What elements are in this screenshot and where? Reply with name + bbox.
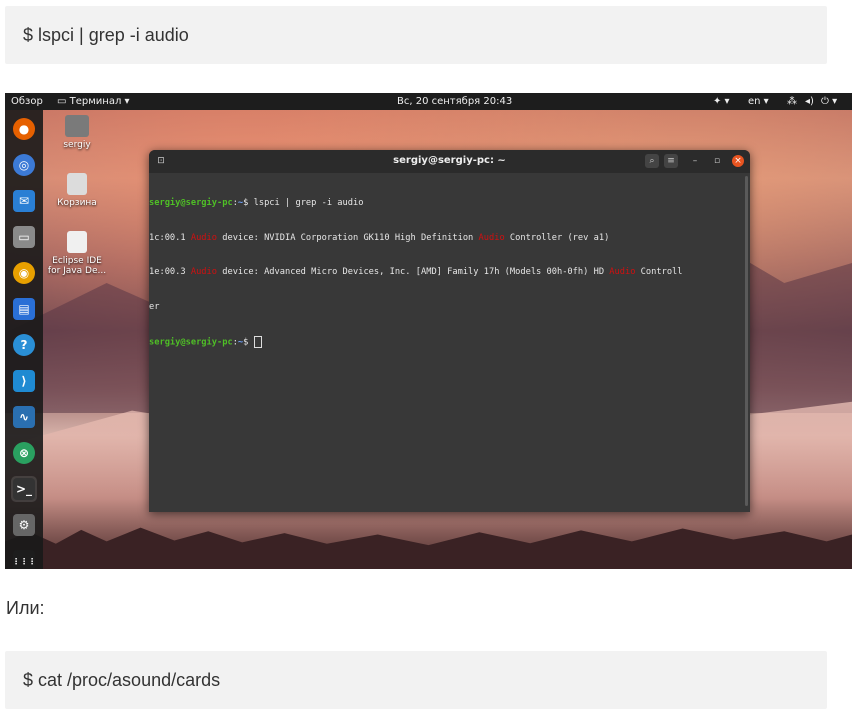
terminal-title: sergiy@sergiy-pc: ~ bbox=[393, 155, 506, 166]
network-icon[interactable]: ⁂ bbox=[787, 96, 797, 107]
prompt-user: sergiy@sergiy-pc bbox=[149, 198, 233, 208]
desktop-icon-label: sergiy bbox=[63, 140, 91, 150]
terminal-icon-glyph: >_ bbox=[13, 478, 35, 500]
typed-command: lspci | grep -i audio bbox=[248, 198, 364, 208]
grep-match: Audio bbox=[190, 232, 217, 243]
software-icon-glyph: ⊗ bbox=[13, 442, 35, 464]
files-icon[interactable]: ▭ bbox=[11, 224, 37, 250]
dock: ● ◎ ✉ ▭ ◉ ▤? ⟩ ∿ ⊗ >_ ⚙ ⋮⋮⋮ bbox=[5, 110, 43, 569]
desktop-icon-home[interactable]: sergiy bbox=[46, 115, 108, 150]
code-block-lspci: $ lspci | grep -i audio bbox=[5, 6, 827, 64]
output-text: 1c:00.1 bbox=[149, 232, 191, 243]
eclipse-launcher-icon bbox=[67, 231, 87, 253]
home-folder-icon bbox=[65, 115, 89, 137]
terminal-line-3: er bbox=[149, 302, 750, 314]
output-text: 1e:00.3 bbox=[149, 267, 191, 277]
prompt-user: sergiy@sergiy-pc bbox=[149, 337, 233, 348]
grep-match: Audio bbox=[609, 267, 636, 277]
close-icon[interactable]: × bbox=[732, 155, 744, 167]
accessibility-menu[interactable]: ✦ ▾ bbox=[713, 96, 730, 107]
app-menu[interactable]: ▭ Терминал ▾ bbox=[57, 96, 130, 107]
thunderbird-icon[interactable]: ✉ bbox=[11, 188, 37, 214]
activities-button[interactable]: Обзор bbox=[11, 96, 43, 107]
files-icon-glyph: ▭ bbox=[13, 226, 35, 248]
grep-match: Audio bbox=[190, 267, 217, 277]
minimize-icon[interactable]: – bbox=[688, 154, 702, 168]
grep-match: Audio bbox=[478, 232, 505, 243]
chromium-icon[interactable]: ◎ bbox=[11, 152, 37, 178]
firefox-icon-glyph: ● bbox=[13, 118, 35, 140]
terminal-line-1: 1c:00.1 Audio device: NVIDIA Corporation… bbox=[149, 233, 750, 245]
desktop-icon-label: Eclipse IDE for Java De... bbox=[47, 256, 107, 276]
paragraph-or: Или: bbox=[6, 598, 45, 618]
firefox-icon[interactable]: ● bbox=[11, 116, 37, 142]
chromium-icon-glyph: ◎ bbox=[13, 154, 35, 176]
settings-icon[interactable]: ⚙ bbox=[11, 512, 37, 538]
terminal-output[interactable]: sergiy@sergiy-pc:~$ lspci | grep -i audi… bbox=[149, 173, 750, 371]
code-block-asound: $ cat /proc/asound/cards bbox=[5, 651, 827, 709]
terminal-cursor bbox=[253, 336, 262, 348]
terminal-titlebar[interactable]: ⊡ sergiy@sergiy-pc: ~ ⌕ ≡ – ▫ × bbox=[149, 150, 750, 173]
rhythmbox-icon[interactable]: ◉ bbox=[11, 260, 37, 286]
output-text: device: Advanced Micro Devices, Inc. [AM… bbox=[217, 267, 610, 277]
vscode-icon[interactable]: ⟩ bbox=[11, 368, 37, 394]
terminal-line-prompt: sergiy@sergiy-pc:~$ lspci | grep -i audi… bbox=[149, 198, 364, 208]
writer-icon-glyph: ▤ bbox=[13, 298, 35, 320]
desktop-icon-trash[interactable]: Корзина bbox=[46, 173, 108, 208]
desktop-icon-label: Корзина bbox=[57, 198, 97, 208]
system-monitor-icon-glyph: ∿ bbox=[13, 406, 35, 428]
prompt-path: ~ bbox=[237, 198, 244, 208]
desktop-icon-eclipse[interactable]: Eclipse IDE for Java De... bbox=[46, 231, 108, 276]
output-text: device: NVIDIA Corporation GK110 High De… bbox=[217, 232, 479, 243]
show-apps-icon[interactable]: ⋮⋮⋮ bbox=[11, 548, 37, 569]
code-command: $ lspci | grep -i audio bbox=[23, 24, 189, 45]
maximize-icon[interactable]: ▫ bbox=[710, 154, 724, 168]
search-icon[interactable]: ⌕ bbox=[645, 154, 659, 168]
terminal-line-2: 1e:00.3 Audio device: Advanced Micro Dev… bbox=[149, 267, 750, 279]
output-text: Controller (rev a1) bbox=[504, 232, 610, 243]
menu-icon[interactable]: ≡ bbox=[664, 154, 678, 168]
rhythmbox-icon-glyph: ◉ bbox=[13, 262, 35, 284]
output-text: Controll bbox=[635, 267, 683, 277]
terminal-window[interactable]: ⊡ sergiy@sergiy-pc: ~ ⌕ ≡ – ▫ × sergiy@s… bbox=[149, 150, 750, 512]
show-apps-icon-glyph: ⋮⋮⋮ bbox=[12, 550, 36, 569]
help-icon[interactable]: ? bbox=[11, 332, 37, 358]
system-monitor-icon[interactable]: ∿ bbox=[11, 404, 37, 430]
writer-icon[interactable]: ▤ bbox=[11, 296, 37, 322]
software-icon[interactable]: ⊗ bbox=[11, 440, 37, 466]
code-command: $ cat /proc/asound/cards bbox=[23, 669, 221, 690]
clock[interactable]: Вс, 20 сентября 20:43 bbox=[397, 96, 512, 107]
top-bar: Обзор ▭ Терминал ▾ Вс, 20 сентября 20:43… bbox=[5, 93, 852, 110]
help-icon-glyph: ? bbox=[13, 334, 35, 356]
vscode-icon-glyph: ⟩ bbox=[13, 370, 35, 392]
prompt-path: ~ bbox=[237, 337, 244, 348]
output-text: er bbox=[149, 301, 160, 312]
thunderbird-icon-glyph: ✉ bbox=[13, 190, 35, 212]
terminal-line-prompt-2: sergiy@sergiy-pc:~$ bbox=[149, 336, 750, 348]
screenshot: Обзор ▭ Терминал ▾ Вс, 20 сентября 20:43… bbox=[5, 93, 852, 569]
terminal-scrollbar[interactable] bbox=[745, 176, 748, 506]
volume-icon[interactable]: ◂) bbox=[805, 96, 814, 107]
language-menu[interactable]: en ▾ bbox=[748, 96, 769, 107]
power-menu[interactable]: ⏻ ▾ bbox=[821, 96, 837, 107]
trash-icon bbox=[67, 173, 87, 195]
settings-icon-glyph: ⚙ bbox=[13, 514, 35, 536]
terminal-icon[interactable]: >_ bbox=[11, 476, 37, 502]
